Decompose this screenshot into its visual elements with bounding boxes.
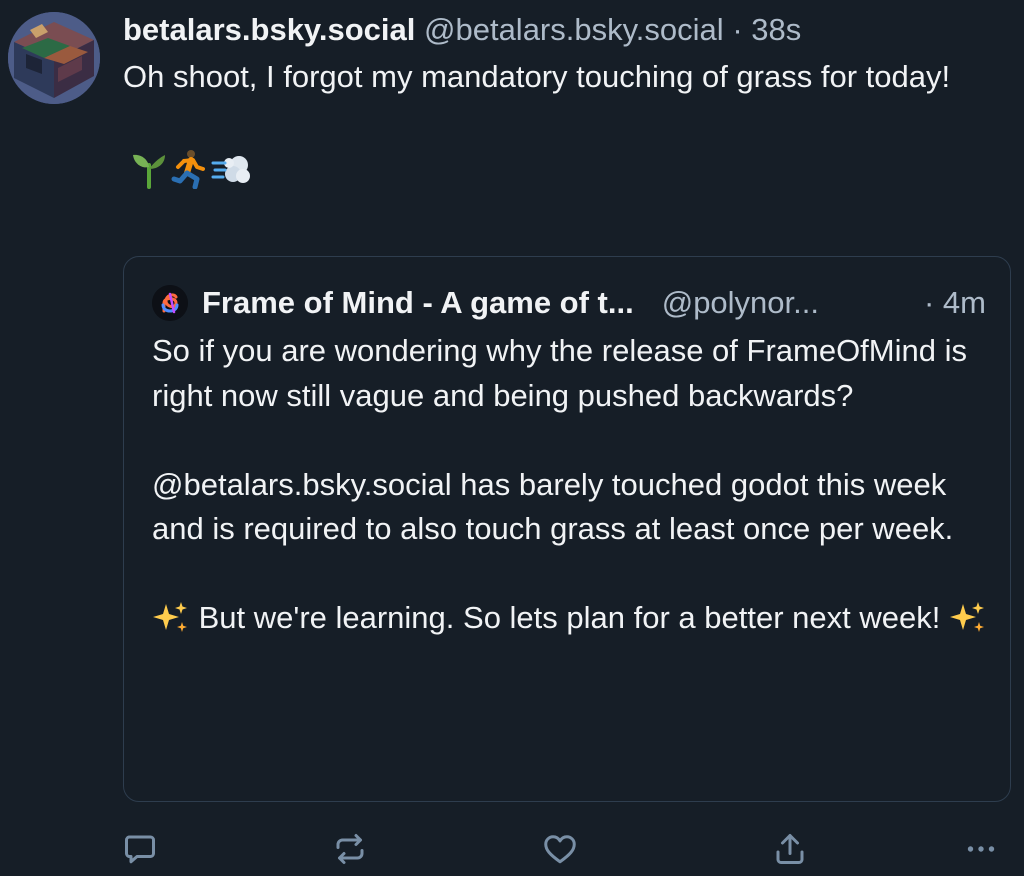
repost-button[interactable] bbox=[327, 826, 373, 872]
author-name[interactable]: betalars.bsky.social bbox=[123, 12, 415, 47]
quoted-author-handle[interactable]: @polynor... bbox=[662, 285, 819, 321]
author-avatar[interactable] bbox=[8, 12, 100, 104]
avatar-image bbox=[8, 12, 100, 104]
like-icon bbox=[544, 835, 576, 864]
repost-icon bbox=[336, 834, 364, 864]
quoted-paragraph: @betalars.bsky.social has barely touched… bbox=[152, 466, 954, 547]
quoted-timestamp[interactable]: · 4m bbox=[924, 285, 986, 321]
more-options-button[interactable] bbox=[958, 826, 1004, 872]
post-content: betalars.bsky.social @betalars.bsky.soci… bbox=[123, 8, 1013, 190]
reply-icon bbox=[125, 835, 155, 864]
sparkles-icon bbox=[153, 602, 187, 632]
quoted-paragraph-text: But we're learning. So lets plan for a b… bbox=[198, 600, 941, 635]
post-meta: betalars.bsky.social @betalars.bsky.soci… bbox=[123, 8, 1013, 52]
post-actions bbox=[0, 826, 1024, 872]
post-text: Oh shoot, I forgot my mandatory touching… bbox=[123, 59, 951, 94]
quoted-post-meta: Frame of Mind - A game of t... @polynor.… bbox=[152, 283, 986, 323]
quoted-post[interactable]: Frame of Mind - A game of t... @polynor.… bbox=[123, 256, 1011, 802]
post-emoji-row bbox=[131, 148, 1013, 190]
like-button[interactable] bbox=[537, 826, 583, 872]
dashing-away-icon bbox=[211, 156, 250, 183]
seedling-icon bbox=[133, 154, 165, 189]
quoted-paragraph: But we're learning. So lets plan for a b… bbox=[152, 596, 988, 641]
reply-button[interactable] bbox=[117, 826, 163, 872]
post-timestamp[interactable]: 38s bbox=[751, 12, 801, 47]
share-icon bbox=[776, 834, 804, 864]
quoted-author-name[interactable]: Frame of Mind - A game of t... bbox=[202, 285, 634, 321]
post[interactable]: betalars.bsky.social @betalars.bsky.soci… bbox=[0, 0, 1024, 876]
quoted-paragraph: So if you are wondering why the release … bbox=[152, 333, 967, 413]
person-running-icon bbox=[171, 150, 205, 189]
more-icon bbox=[967, 846, 995, 852]
meta-separator: · bbox=[732, 12, 743, 47]
quoted-post-text: So if you are wondering why the release … bbox=[152, 329, 988, 641]
sparkles-icon bbox=[949, 602, 984, 632]
author-handle[interactable]: @betalars.bsky.social bbox=[424, 12, 724, 47]
share-button[interactable] bbox=[767, 826, 813, 872]
quoted-author-avatar[interactable] bbox=[152, 285, 188, 321]
